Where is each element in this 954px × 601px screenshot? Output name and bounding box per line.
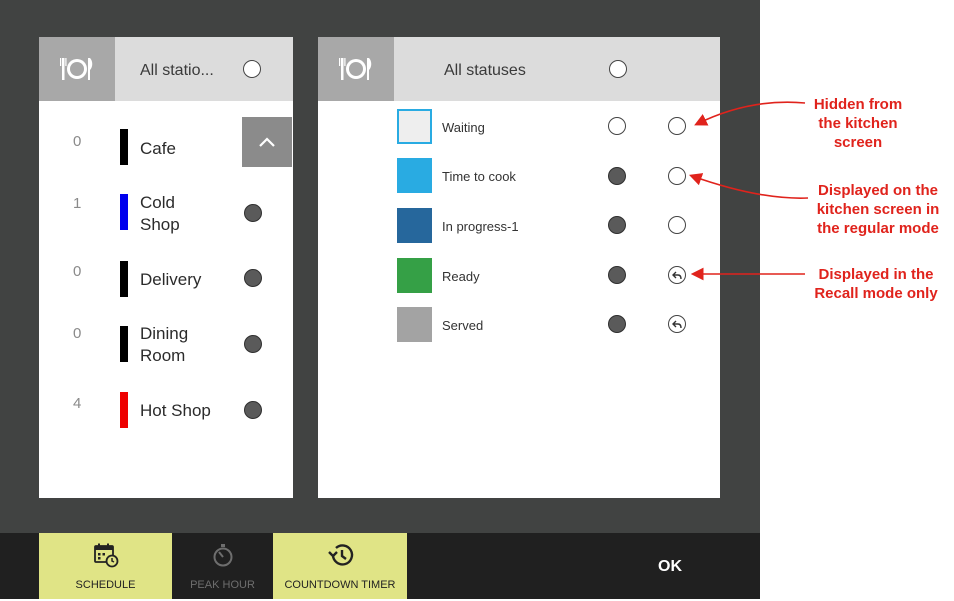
annotation-arrow-hidden [694,101,806,126]
ok-button[interactable]: OK [640,533,700,599]
schedule-label: SCHEDULE [75,579,136,591]
annotation-hidden: Hidden from the kitchen screen [813,96,903,151]
peak-hour-label: PEAK HOUR [190,579,255,591]
annotation-regular: Displayed on the kitchen screen in the r… [816,182,940,237]
countdown-timer-label: COUNTDOWN TIMER [284,579,396,591]
countdown-timer-button[interactable]: COUNTDOWN TIMER [273,533,407,599]
stopwatch-icon [172,542,273,568]
history-clock-icon [273,542,407,568]
peak-hour-button[interactable]: PEAK HOUR [172,533,273,599]
calendar-clock-icon [39,542,172,568]
bottom-toolbar: SCHEDULE PEAK HOUR COUNTDOWN TIMER OK [0,533,760,599]
annotation-recall: Displayed in the Recall mode only [814,266,938,302]
schedule-button[interactable]: SCHEDULE [39,533,172,599]
annotation-arrow-regular [688,173,809,199]
